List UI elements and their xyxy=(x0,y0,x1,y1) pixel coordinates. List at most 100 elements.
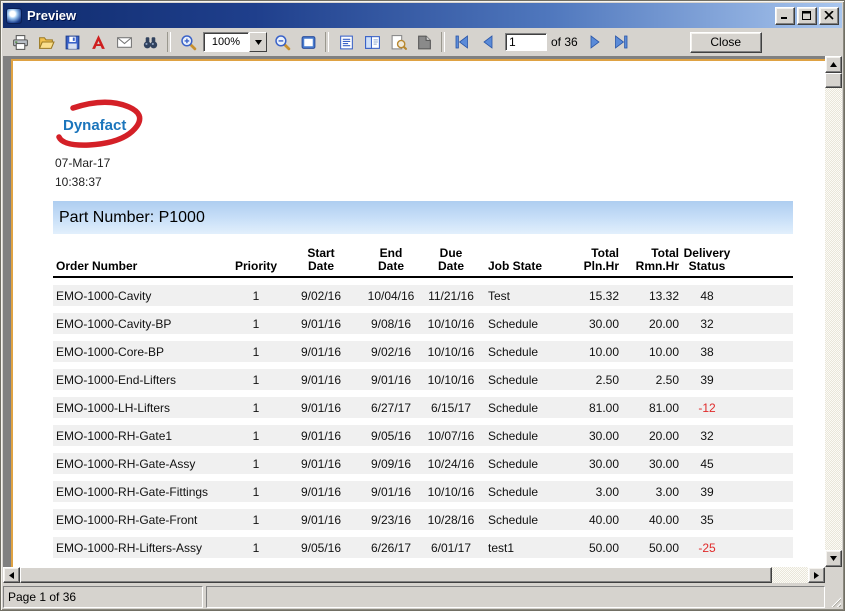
export-pdf-button[interactable] xyxy=(85,30,111,55)
table-row[interactable]: EMO-1000-Cavity 1 9/02/16 10/04/16 11/21… xyxy=(53,285,793,306)
table-row[interactable]: EMO-1000-Core-BP 1 9/01/16 9/02/16 10/10… xyxy=(53,341,793,362)
cell-delivery-status: 48 xyxy=(679,289,735,303)
cell-total-rmn-hr: 30.00 xyxy=(619,457,679,471)
find-binoculars-icon xyxy=(142,34,159,51)
cell-delivery-status: 32 xyxy=(679,317,735,331)
table-row[interactable]: EMO-1000-RH-Gate1 1 9/01/16 9/05/16 10/0… xyxy=(53,425,793,446)
cell-total-pln-hr: 3.00 xyxy=(583,485,619,499)
table-row[interactable]: EMO-1000-RH-Gate-Assy 1 9/01/16 9/09/16 … xyxy=(53,453,793,474)
close-button[interactable]: Close xyxy=(690,32,762,53)
cell-due-date: 6/01/17 xyxy=(419,541,483,555)
cell-order-number: EMO-1000-LH-Lifters xyxy=(53,401,233,415)
cell-due-date: 10/24/16 xyxy=(419,457,483,471)
cell-start-date: 9/01/16 xyxy=(279,373,363,387)
arrow-down-icon xyxy=(830,556,837,561)
col-end-date: End Date xyxy=(363,247,419,273)
last-page-icon xyxy=(613,35,629,49)
table-row[interactable]: EMO-1000-End-Lifters 1 9/01/16 9/01/16 1… xyxy=(53,369,793,390)
app-icon xyxy=(6,8,22,24)
print-button[interactable] xyxy=(7,30,33,55)
cell-priority: 1 xyxy=(233,457,279,471)
first-page-button[interactable] xyxy=(449,30,475,55)
cell-total-pln-hr: 2.50 xyxy=(583,373,619,387)
zoom-out-button[interactable] xyxy=(269,30,295,55)
arrow-left-icon xyxy=(9,572,14,579)
scrollbar-corner xyxy=(825,567,842,583)
next-page-button[interactable] xyxy=(582,30,608,55)
page-settings-button[interactable] xyxy=(385,30,411,55)
cell-total-pln-hr: 40.00 xyxy=(583,513,619,527)
open-folder-icon xyxy=(38,34,55,51)
page-number-input[interactable] xyxy=(505,33,547,51)
cell-priority: 1 xyxy=(233,289,279,303)
save-button[interactable] xyxy=(59,30,85,55)
zoom-out-icon xyxy=(274,34,291,51)
scroll-up-button[interactable] xyxy=(825,56,842,73)
scroll-right-button[interactable] xyxy=(808,567,825,583)
vertical-scroll-track[interactable] xyxy=(825,88,842,550)
zoom-level-value[interactable]: 100% xyxy=(203,32,249,52)
table-row[interactable]: EMO-1000-RH-Gate-Fittings 1 9/01/16 9/01… xyxy=(53,481,793,502)
cell-job-state: Schedule xyxy=(483,513,583,527)
table-row[interactable]: EMO-1000-LH-Lifters 1 9/01/16 6/27/17 6/… xyxy=(53,397,793,418)
zoom-level-combo[interactable]: 100% xyxy=(203,32,267,52)
titlebar[interactable]: Preview xyxy=(3,3,842,28)
vertical-scrollbar[interactable] xyxy=(825,56,842,567)
cell-total-pln-hr: 10.00 xyxy=(583,345,619,359)
cell-delivery-status: 39 xyxy=(679,373,735,387)
table-row[interactable]: EMO-1000-Cavity-BP 1 9/01/16 9/08/16 10/… xyxy=(53,313,793,334)
report-date: 07-Mar-17 xyxy=(55,156,110,170)
cell-job-state: Schedule xyxy=(483,485,583,499)
minimize-button[interactable] xyxy=(775,7,795,25)
zoom-combo-dropdown-button[interactable] xyxy=(249,32,267,52)
find-button[interactable] xyxy=(137,30,163,55)
cell-total-rmn-hr: 20.00 xyxy=(619,429,679,443)
horizontal-scroll-thumb[interactable] xyxy=(20,567,772,583)
cell-start-date: 9/01/16 xyxy=(279,457,363,471)
cell-delivery-status: 35 xyxy=(679,513,735,527)
resize-grip[interactable] xyxy=(828,586,842,608)
cell-priority: 1 xyxy=(233,373,279,387)
preview-window: Preview xyxy=(0,0,845,611)
last-page-button[interactable] xyxy=(608,30,634,55)
prev-page-button[interactable] xyxy=(475,30,501,55)
cell-job-state: Schedule xyxy=(483,457,583,471)
scroll-left-button[interactable] xyxy=(3,567,20,583)
cell-priority: 1 xyxy=(233,429,279,443)
save-icon xyxy=(64,34,81,51)
cell-end-date: 9/01/16 xyxy=(363,373,419,387)
cell-end-date: 6/26/17 xyxy=(363,541,419,555)
toolbar: 100% xyxy=(3,28,842,56)
cell-total-pln-hr: 50.00 xyxy=(583,541,619,555)
maximize-button[interactable] xyxy=(797,7,817,25)
cell-job-state: Schedule xyxy=(483,317,583,331)
cell-order-number: EMO-1000-RH-Gate1 xyxy=(53,429,233,443)
whole-page-button[interactable] xyxy=(295,30,321,55)
cell-end-date: 9/23/16 xyxy=(363,513,419,527)
scroll-down-button[interactable] xyxy=(825,550,842,567)
two-page-button[interactable] xyxy=(359,30,385,55)
prev-page-icon xyxy=(481,35,495,49)
page-layout-button[interactable] xyxy=(333,30,359,55)
email-button[interactable] xyxy=(111,30,137,55)
table-row[interactable]: EMO-1000-RH-Lifters-Assy 1 9/05/16 6/26/… xyxy=(53,537,793,558)
horizontal-scroll-track[interactable] xyxy=(772,567,808,583)
vertical-scroll-thumb[interactable] xyxy=(825,73,842,88)
cell-priority: 1 xyxy=(233,513,279,527)
table-row[interactable]: EMO-1000-RH-Gate-Front 1 9/01/16 9/23/16… xyxy=(53,509,793,530)
close-window-button[interactable] xyxy=(819,7,839,25)
open-button[interactable] xyxy=(33,30,59,55)
export-pdf-icon xyxy=(90,34,107,51)
col-priority: Priority xyxy=(233,260,279,273)
cell-total-rmn-hr: 20.00 xyxy=(619,317,679,331)
horizontal-scrollbar[interactable] xyxy=(3,567,825,583)
report-viewport[interactable]: Dynafact 07-Mar-17 10:38:37 Part Number:… xyxy=(3,56,825,567)
zoom-in-button[interactable] xyxy=(175,30,201,55)
cell-start-date: 9/01/16 xyxy=(279,429,363,443)
cell-job-state: test1 xyxy=(483,541,583,555)
status-bar: Page 1 of 36 xyxy=(3,583,842,608)
email-icon xyxy=(116,34,133,51)
cell-job-state: Schedule xyxy=(483,373,583,387)
watermark-button[interactable] xyxy=(411,30,437,55)
cell-delivery-status: 45 xyxy=(679,457,735,471)
